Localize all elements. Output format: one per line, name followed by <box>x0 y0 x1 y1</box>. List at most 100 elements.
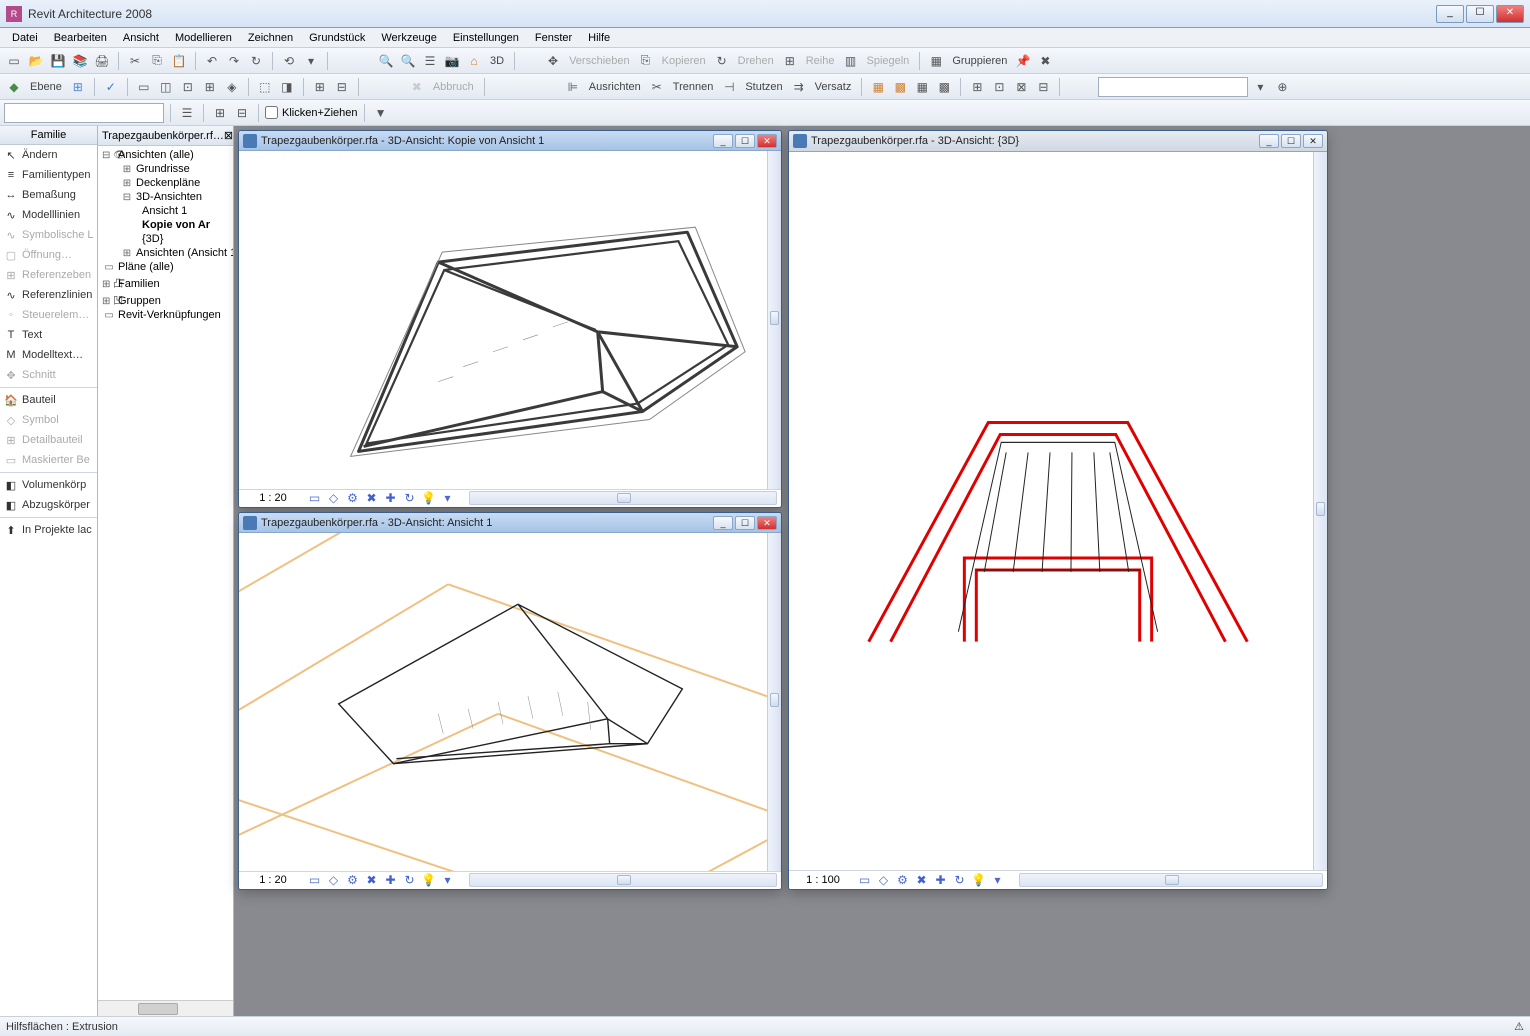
print-icon[interactable]: 🖨 <box>92 51 112 71</box>
hscroll[interactable] <box>469 873 777 887</box>
hscroll[interactable] <box>469 491 777 505</box>
menu-item[interactable]: Modellieren <box>167 30 240 46</box>
new-icon[interactable]: ▭ <box>4 51 24 71</box>
drop-icon[interactable]: ▾ <box>301 51 321 71</box>
align-icon[interactable]: ⊫ <box>563 77 583 97</box>
offset-label[interactable]: Versatz <box>811 81 856 93</box>
menu-item[interactable]: Grundstück <box>301 30 373 46</box>
menu-item[interactable]: Hilfe <box>580 30 618 46</box>
s-icon[interactable]: ↻ <box>402 491 417 506</box>
redo-icon[interactable]: ↷ <box>224 51 244 71</box>
menu-item[interactable]: Fenster <box>527 30 580 46</box>
menu-item[interactable]: Ansicht <box>115 30 167 46</box>
s-icon[interactable]: 💡 <box>421 873 436 888</box>
t5-icon[interactable]: ◈ <box>222 77 242 97</box>
cut-icon[interactable]: ✂ <box>125 51 145 71</box>
sidebar-item[interactable]: ◧Abzugskörper <box>0 495 97 515</box>
split-label[interactable]: Trennen <box>669 81 718 93</box>
grid-icon[interactable]: ⊞ <box>68 77 88 97</box>
s-icon[interactable]: ▭ <box>857 873 872 888</box>
offset-icon[interactable]: ⇉ <box>789 77 809 97</box>
trim-label[interactable]: Stutzen <box>741 81 786 93</box>
saveall-icon[interactable]: 📚 <box>70 51 90 71</box>
view-title[interactable]: Trapezgaubenkörper.rfa - 3D-Ansicht: Ans… <box>239 513 781 533</box>
s-icon[interactable]: ⚙ <box>345 873 360 888</box>
max-button[interactable]: ☐ <box>735 134 755 148</box>
tree-item[interactable]: {3D} <box>100 232 231 246</box>
b3-icon[interactable]: ▦ <box>912 77 932 97</box>
scale-label[interactable]: 1 : 20 <box>243 492 303 504</box>
sidebar-item[interactable]: ↔Bemaßung <box>0 185 97 205</box>
sync-icon[interactable]: ⟲ <box>279 51 299 71</box>
scale-label[interactable]: 1 : 20 <box>243 874 303 886</box>
t3-icon[interactable]: ⊡ <box>178 77 198 97</box>
sidebar-item[interactable]: MModelltext… <box>0 345 97 365</box>
s-icon[interactable]: ▾ <box>440 873 455 888</box>
close-button[interactable]: ✕ <box>757 134 777 148</box>
s-icon[interactable]: ✚ <box>383 873 398 888</box>
clickdrag-toggle[interactable]: Klicken+Ziehen <box>265 106 358 119</box>
tree-item[interactable]: ⊞Deckenpläne <box>100 176 231 190</box>
funnel-icon[interactable]: ▼ <box>371 103 391 123</box>
s-icon[interactable]: ⚙ <box>345 491 360 506</box>
tree-item[interactable]: Ansicht 1 <box>100 204 231 218</box>
t4-icon[interactable]: ⊞ <box>200 77 220 97</box>
sidebar-item[interactable]: ↖Ändern <box>0 145 97 165</box>
s-icon[interactable]: ◇ <box>326 491 341 506</box>
vscroll[interactable] <box>767 533 781 871</box>
split-icon[interactable]: ✂ <box>647 77 667 97</box>
open-icon[interactable]: 📂 <box>26 51 46 71</box>
zoom-icon[interactable]: 🔍 <box>376 51 396 71</box>
t8-icon[interactable]: ⊞ <box>310 77 330 97</box>
t7-icon[interactable]: ◨ <box>277 77 297 97</box>
b8-icon[interactable]: ⊟ <box>1033 77 1053 97</box>
paste-icon[interactable]: 📋 <box>169 51 189 71</box>
project-tree[interactable]: ⊟ 👁Ansichten (alle)⊞Grundrisse⊞Deckenplä… <box>98 146 233 1000</box>
menu-item[interactable]: Werkzeuge <box>373 30 444 46</box>
view-title[interactable]: Trapezgaubenkörper.rfa - 3D-Ansicht: Kop… <box>239 131 781 151</box>
s-icon[interactable]: ◇ <box>326 873 341 888</box>
s-icon[interactable]: ▾ <box>440 491 455 506</box>
save-icon[interactable]: 💾 <box>48 51 68 71</box>
t9-icon[interactable]: ⊟ <box>332 77 352 97</box>
tree-item[interactable]: ⊟3D-Ansichten <box>100 190 231 204</box>
viewport[interactable] <box>239 533 781 871</box>
check-icon[interactable]: ✓ <box>101 77 121 97</box>
s-icon[interactable]: ✚ <box>383 491 398 506</box>
menu-item[interactable]: Datei <box>4 30 46 46</box>
tree-item[interactable]: ⊞ 凸Familien <box>100 274 231 291</box>
sidebar-item[interactable]: 🏠Bauteil <box>0 390 97 410</box>
vscroll[interactable] <box>767 151 781 489</box>
b6-icon[interactable]: ⊡ <box>989 77 1009 97</box>
sidebar-item[interactable]: ⬆In Projekte lac <box>0 520 97 540</box>
min-button[interactable]: _ <box>713 516 733 530</box>
sidebar-item[interactable]: TText <box>0 325 97 345</box>
s-icon[interactable]: ▭ <box>307 873 322 888</box>
sidebar-item[interactable]: ∿Referenzlinien <box>0 285 97 305</box>
s-icon[interactable]: 💡 <box>971 873 986 888</box>
home-icon[interactable]: ⌂ <box>464 51 484 71</box>
minimize-button[interactable]: _ <box>1436 5 1464 23</box>
maximize-button[interactable]: ☐ <box>1466 5 1494 23</box>
filter2-icon[interactable]: ⊕ <box>1272 77 1292 97</box>
s-icon[interactable]: ✖ <box>364 873 379 888</box>
s-icon[interactable]: ✖ <box>364 491 379 506</box>
trim-icon[interactable]: ⊣ <box>719 77 739 97</box>
tree-item[interactable]: ⊞Grundrisse <box>100 162 231 176</box>
tree-item[interactable]: ▭Revit-Verknüpfungen <box>100 308 231 322</box>
sidebar-item[interactable]: ◧Volumenkörp <box>0 475 97 495</box>
min-button[interactable]: _ <box>1259 134 1279 148</box>
hscroll[interactable] <box>1019 873 1323 887</box>
clickdrag-checkbox[interactable] <box>265 106 278 119</box>
menu-item[interactable]: Einstellungen <box>445 30 527 46</box>
type-combo[interactable] <box>4 103 164 123</box>
b7-icon[interactable]: ⊠ <box>1011 77 1031 97</box>
s-icon[interactable]: ↻ <box>402 873 417 888</box>
tree-item[interactable]: ▭Pläne (alle) <box>100 260 231 274</box>
tree-item[interactable]: ⊞ 凹Gruppen <box>100 291 231 308</box>
level-label[interactable]: Ebene <box>26 81 66 93</box>
max-button[interactable]: ☐ <box>735 516 755 530</box>
close-button[interactable]: ✕ <box>1303 134 1323 148</box>
s-icon[interactable]: ⚙ <box>895 873 910 888</box>
view-title[interactable]: Trapezgaubenkörper.rfa - 3D-Ansicht: {3D… <box>789 131 1327 152</box>
